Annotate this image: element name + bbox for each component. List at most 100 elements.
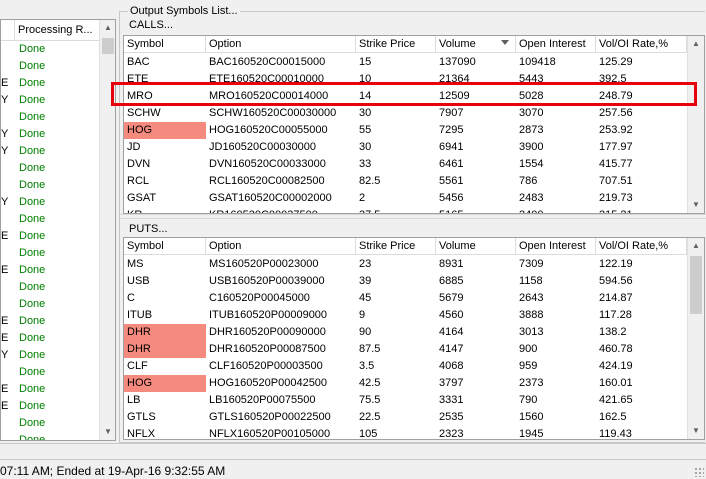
column-header-strike-price[interactable]: Strike Price [356, 238, 436, 255]
list-item[interactable]: Y Done [1, 126, 99, 143]
column-header-vol-oi-rate[interactable]: Vol/OI Rate,% [596, 36, 687, 53]
cell-symbol: DHR [124, 324, 206, 341]
list-item[interactable]: E Done [1, 313, 99, 330]
column-header-volume[interactable]: Volume [436, 36, 516, 53]
list-item[interactable]: Done [1, 432, 99, 440]
cell-strike-price: 9 [359, 309, 366, 321]
cell-symbol: GTLS [127, 411, 156, 423]
scroll-down-arrow-icon[interactable]: ▼ [688, 197, 704, 213]
column-header-option[interactable]: Option [206, 36, 356, 53]
list-item[interactable]: E Done [1, 262, 99, 279]
list-item[interactable]: Done [1, 160, 99, 177]
table-row[interactable]: MRO MRO160520C00014000 14 12509 5028 248.79 [124, 88, 687, 105]
scroll-up-arrow-icon[interactable]: ▲ [688, 36, 704, 52]
cell-volume: 8931 [439, 258, 464, 270]
list-item[interactable]: Done [1, 415, 99, 432]
row-status: Done [19, 315, 46, 327]
horizontal-scroll-strip [0, 443, 706, 458]
table-row[interactable]: HOG HOG160520C00055000 55 7295 2873 253.92 [124, 122, 687, 139]
table-row[interactable]: SCHW SCHW160520C00030000 30 7907 3070 257.56 [124, 105, 687, 122]
scroll-thumb[interactable] [690, 256, 702, 314]
row-status: Done [19, 60, 46, 72]
table-row[interactable]: MS MS160520P00023000 23 8931 7309 122.19 [124, 256, 687, 273]
list-item[interactable]: Y Done [1, 347, 99, 364]
list-item[interactable]: E Done [1, 398, 99, 415]
list-item[interactable]: Done [1, 58, 99, 75]
column-header-option[interactable]: Option [206, 238, 356, 255]
cell-open-interest: 790 [519, 394, 538, 406]
table-row[interactable]: C C160520P00045000 45 5679 2643 214.87 [124, 290, 687, 307]
table-row[interactable]: NFLX NFLX160520P00105000 105 2323 1945 119.43 [124, 426, 687, 440]
table-row[interactable]: GTLS GTLS160520P00022500 22.5 2535 1560 162.5 [124, 409, 687, 426]
puts-scrollbar[interactable]: ▲ ▼ [687, 238, 704, 439]
column-header-strike-price[interactable]: Strike Price [356, 36, 436, 53]
cell-strike-price: 23 [359, 258, 372, 270]
processing-header-column-status[interactable]: Processing R... [18, 24, 93, 36]
scroll-down-arrow-icon[interactable]: ▼ [688, 423, 704, 439]
table-row[interactable]: ITUB ITUB160520P00009000 9 4560 3888 117.28 [124, 307, 687, 324]
table-row[interactable]: CLF CLF160520P00003500 3.5 4068 959 424.19 [124, 358, 687, 375]
list-item[interactable]: Done [1, 296, 99, 313]
list-item[interactable]: Done [1, 177, 99, 194]
resize-grip-icon[interactable] [694, 467, 704, 477]
list-item[interactable]: E Done [1, 75, 99, 92]
list-item[interactable]: Done [1, 41, 99, 58]
table-row[interactable]: RCL RCL160520C00082500 82.5 5561 786 707.51 [124, 173, 687, 190]
processing-panel: Processing R... Done Done E Done Y Done Done Y D… [0, 19, 116, 441]
list-item[interactable]: Done [1, 245, 99, 262]
table-row[interactable]: USB USB160520P00039000 39 6885 1158 594.56 [124, 273, 687, 290]
table-row[interactable]: KRKR160520C0003750037.551652400215.21 [124, 207, 687, 213]
cell-volume: 137090 [439, 56, 476, 68]
list-item[interactable]: Done [1, 279, 99, 296]
list-item[interactable]: E Done [1, 228, 99, 245]
scroll-up-arrow-icon[interactable]: ▲ [688, 238, 704, 254]
column-header-open-interest[interactable]: Open Interest [516, 36, 596, 53]
list-item[interactable]: E Done [1, 330, 99, 347]
cell-option: HOG160520C00055000 [209, 124, 328, 136]
cell-volume: 5165 [436, 207, 516, 213]
processing-scrollbar[interactable]: ▲ ▼ [99, 20, 115, 440]
column-header-vol-oi-rate[interactable]: Vol/OI Rate,% [596, 238, 687, 255]
scroll-thumb[interactable] [102, 38, 114, 54]
table-row[interactable]: LB LB160520P00075500 75.5 3331 790 421.65 [124, 392, 687, 409]
table-row[interactable]: DHR DHR160520P00090000 90 4164 3013 138.2 [124, 324, 687, 341]
list-item[interactable]: Done [1, 211, 99, 228]
cell-volume: 4164 [439, 326, 464, 338]
row-prefix: E [1, 230, 9, 242]
list-item[interactable]: Done [1, 109, 99, 126]
scroll-down-arrow-icon[interactable]: ▼ [100, 424, 115, 440]
column-header-volume[interactable]: Volume [436, 238, 516, 255]
column-header-open-interest[interactable]: Open Interest [516, 238, 596, 255]
list-item[interactable]: Y Done [1, 143, 99, 160]
cell-open-interest: 2400 [516, 207, 596, 213]
calls-scrollbar[interactable]: ▲ ▼ [687, 36, 704, 213]
list-item[interactable]: E Done [1, 381, 99, 398]
table-row[interactable]: DHR DHR160520P00087500 87.5 4147 900 460.78 [124, 341, 687, 358]
cell-vol-oi-rate: 138.2 [599, 326, 627, 338]
scroll-up-arrow-icon[interactable]: ▲ [100, 20, 115, 36]
list-item[interactable]: Y Done [1, 92, 99, 109]
grid-splitter[interactable] [120, 214, 706, 219]
list-item[interactable]: Y Done [1, 194, 99, 211]
cell-volume: 12509 [439, 90, 470, 102]
cell-volume: 5679 [439, 292, 464, 304]
table-row[interactable]: BAC BAC160520C00015000 15 137090 109418 125.2… [124, 54, 687, 71]
cell-vol-oi-rate: 215.21 [596, 207, 687, 213]
list-item[interactable]: Done [1, 364, 99, 381]
cell-option: DHR160520P00090000 [209, 326, 326, 338]
row-status: Done [19, 230, 46, 242]
table-row[interactable]: GSAT GSAT160520C00002000 2 5456 2483 219.73 [124, 190, 687, 207]
table-row[interactable]: ETE ETE160520C00010000 10 21364 5443 392.5 [124, 71, 687, 88]
table-row[interactable]: JD JD160520C00030000 30 6941 3900 177.97 [124, 139, 687, 156]
processing-header-column-prefix[interactable] [1, 20, 15, 40]
table-row[interactable]: HOG HOG160520P00042500 42.5 3797 2373 160.01 [124, 375, 687, 392]
column-header-symbol[interactable]: Symbol [124, 238, 206, 255]
cell-volume: 2323 [439, 428, 464, 440]
cell-option: NFLX160520P00105000 [209, 428, 331, 440]
cell-option: C160520P00045000 [209, 292, 310, 304]
table-row[interactable]: DVN DVN160520C00033000 33 6461 1554 415.77 [124, 156, 687, 173]
cell-open-interest: 109418 [519, 56, 556, 68]
cell-symbol: DVN [127, 158, 151, 170]
column-header-symbol[interactable]: Symbol [124, 36, 206, 53]
row-status: Done [19, 77, 46, 89]
